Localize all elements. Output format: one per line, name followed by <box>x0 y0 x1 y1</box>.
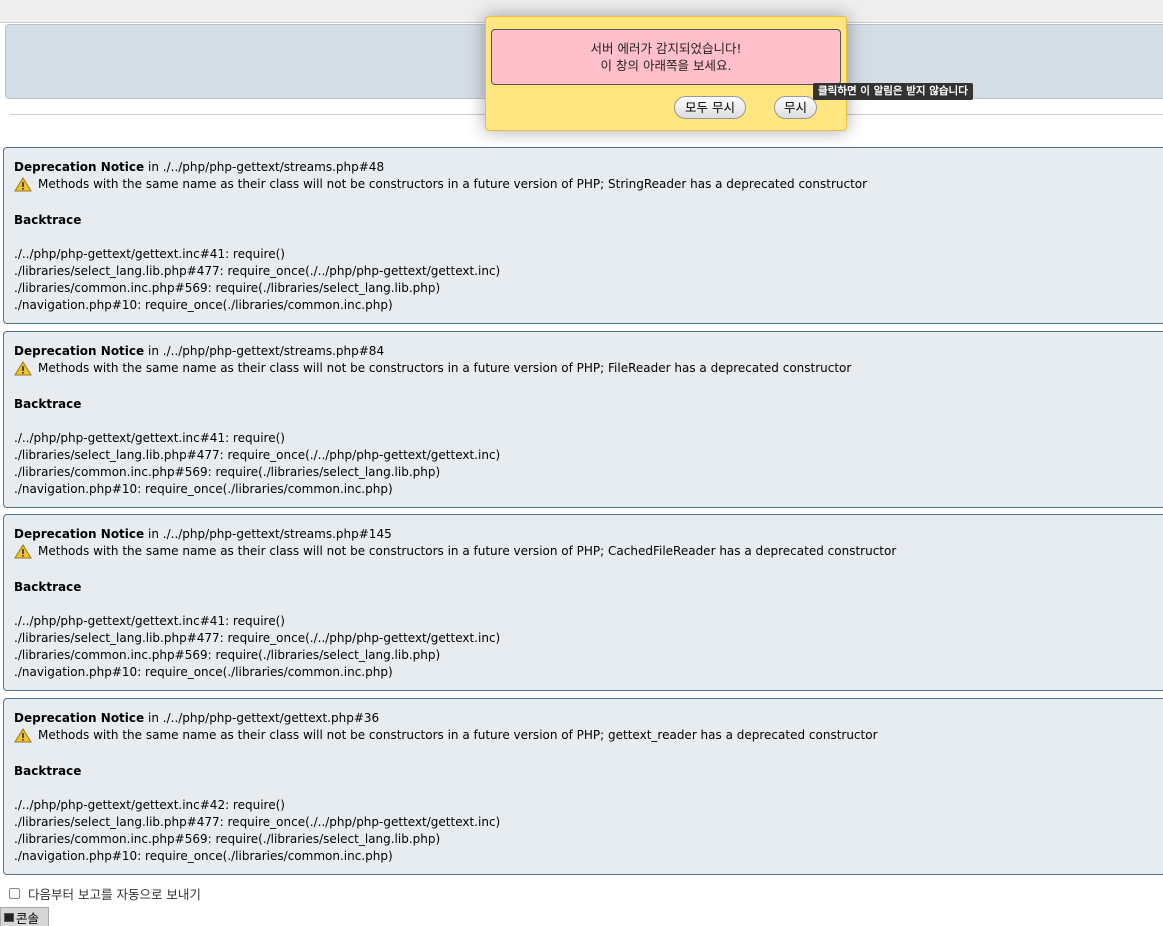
trace-line: ./../php/php-gettext/gettext.inc#41: req… <box>14 431 285 445</box>
error-alert-popup: 서버 에러가 감지되었습니다! 이 창의 아래쪽을 보세요. 모두 무시 무시 <box>485 16 847 131</box>
notice-type: Deprecation Notice <box>14 711 145 725</box>
trace-line: ./libraries/common.inc.php#569: require(… <box>14 832 441 846</box>
trace-line: ./../php/php-gettext/gettext.inc#42: req… <box>14 798 285 812</box>
notice-type: Deprecation Notice <box>14 160 145 174</box>
notice-type: Deprecation Notice <box>14 344 145 358</box>
notice-message: Methods with the same name as their clas… <box>38 728 878 742</box>
trace-line: ./navigation.php#10: require_once(./libr… <box>14 482 393 496</box>
notice-in: in <box>148 160 159 174</box>
trace-line: ./../php/php-gettext/gettext.inc#41: req… <box>14 247 285 261</box>
error-notice: Deprecation Notice in ./../php/php-gette… <box>3 514 1163 691</box>
notice-title: Deprecation Notice in ./../php/php-gette… <box>14 343 1153 360</box>
notice-in: in <box>148 527 159 541</box>
notice-message-line: Methods with the same name as their clas… <box>14 360 1153 377</box>
trace-line: ./navigation.php#10: require_once(./libr… <box>14 849 393 863</box>
trace-line: ./libraries/common.inc.php#569: require(… <box>14 281 441 295</box>
auto-report-option[interactable]: 다음부터 보고를 자동으로 보내기 <box>9 884 201 902</box>
auto-report-label: 다음부터 보고를 자동으로 보내기 <box>28 886 201 902</box>
backtrace-title: Backtrace <box>14 580 82 594</box>
ignore-tooltip: 클릭하면 이 알림은 받지 않습니다 <box>813 83 973 100</box>
notice-location: ./../php/php-gettext/streams.php#48 <box>162 160 385 174</box>
notice-title: Deprecation Notice in ./../php/php-gette… <box>14 159 1153 176</box>
trace-line: ./navigation.php#10: require_once(./libr… <box>14 665 393 679</box>
notice-location: ./../php/php-gettext/streams.php#84 <box>162 344 385 358</box>
notice-message: Methods with the same name as their clas… <box>38 361 852 375</box>
console-tab[interactable]: 콘솔 <box>0 907 49 926</box>
trace-line: ./../php/php-gettext/gettext.inc#41: req… <box>14 614 285 628</box>
notice-title: Deprecation Notice in ./../php/php-gette… <box>14 710 1153 727</box>
notice-title: Deprecation Notice in ./../php/php-gette… <box>14 526 1153 543</box>
warning-icon <box>14 728 32 743</box>
alert-message-line: 이 창의 아래쪽을 보세요. <box>600 58 732 73</box>
error-notice: Deprecation Notice in ./../php/php-gette… <box>3 147 1163 324</box>
ignore-button[interactable]: 무시 <box>774 96 817 119</box>
backtrace-title: Backtrace <box>14 397 82 411</box>
notice-in: in <box>148 711 159 725</box>
auto-report-checkbox[interactable] <box>9 887 20 899</box>
notice-location: ./../php/php-gettext/gettext.php#36 <box>162 711 380 725</box>
notice-type: Deprecation Notice <box>14 527 145 541</box>
trace-line: ./libraries/select_lang.lib.php#477: req… <box>14 264 501 278</box>
backtrace-title: Backtrace <box>14 764 82 778</box>
notice-location: ./../php/php-gettext/streams.php#145 <box>162 527 392 541</box>
warning-icon <box>14 544 32 559</box>
notice-message: Methods with the same name as their clas… <box>38 177 868 191</box>
alert-message-line: 서버 에러가 감지되었습니다! <box>590 41 742 56</box>
notice-message-line: Methods with the same name as their clas… <box>14 176 1153 193</box>
backtrace-title: Backtrace <box>14 213 82 227</box>
alert-message: 서버 에러가 감지되었습니다! 이 창의 아래쪽을 보세요. <box>491 29 841 85</box>
ignore-all-button[interactable]: 모두 무시 <box>674 96 746 119</box>
warning-icon <box>14 361 32 376</box>
notice-message: Methods with the same name as their clas… <box>38 544 897 558</box>
console-icon <box>4 912 14 922</box>
notice-message-line: Methods with the same name as their clas… <box>14 727 1153 744</box>
error-notice: Deprecation Notice in ./../php/php-gette… <box>3 331 1163 508</box>
trace-line: ./libraries/select_lang.lib.php#477: req… <box>14 448 501 462</box>
trace-line: ./libraries/select_lang.lib.php#477: req… <box>14 815 501 829</box>
trace-line: ./libraries/common.inc.php#569: require(… <box>14 465 441 479</box>
notice-message-line: Methods with the same name as their clas… <box>14 543 1153 560</box>
trace-line: ./navigation.php#10: require_once(./libr… <box>14 298 393 312</box>
console-label: 콘솔 <box>16 910 40 926</box>
trace-line: ./libraries/select_lang.lib.php#477: req… <box>14 631 501 645</box>
warning-icon <box>14 177 32 192</box>
error-notice: Deprecation Notice in ./../php/php-gette… <box>3 698 1163 875</box>
notice-in: in <box>148 344 159 358</box>
trace-line: ./libraries/common.inc.php#569: require(… <box>14 648 441 662</box>
